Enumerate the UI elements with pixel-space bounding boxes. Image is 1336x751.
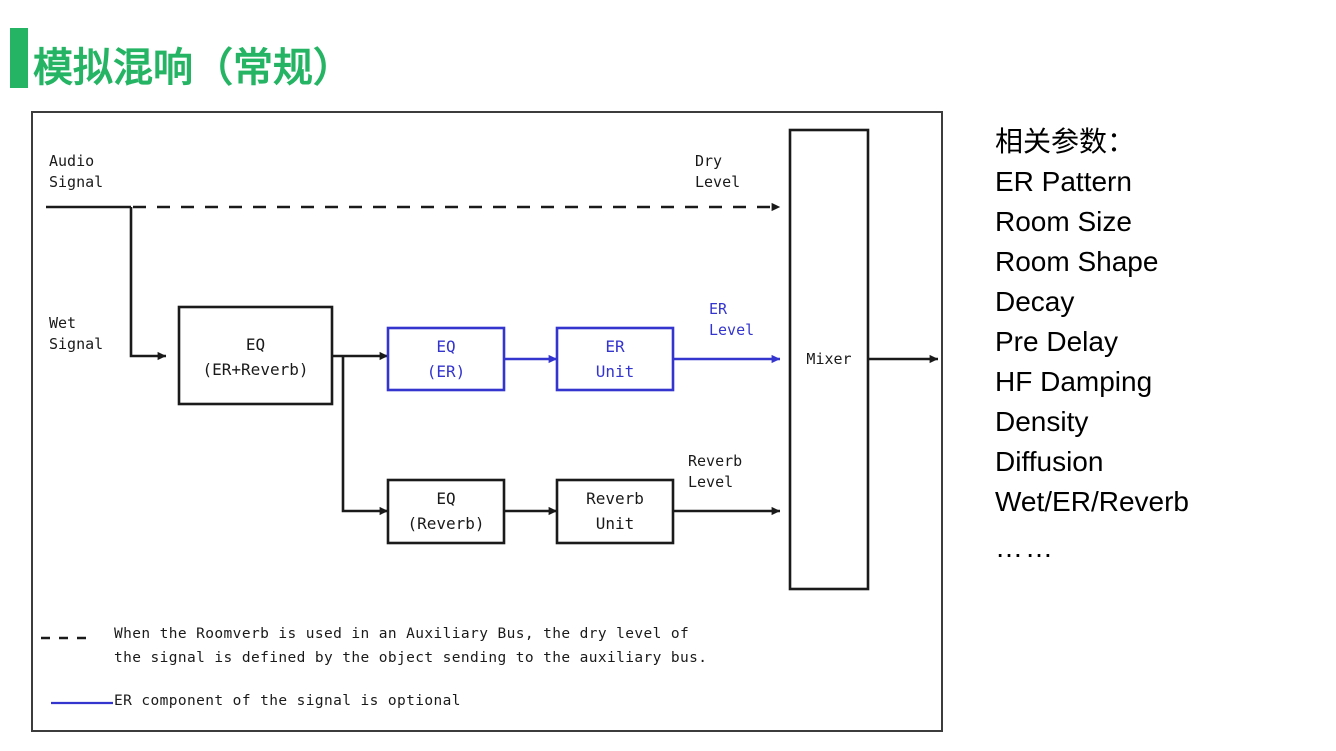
block-eq-reverb: EQ (Reverb)	[407, 489, 485, 533]
label-wet-signal: Wet Signal	[49, 314, 104, 353]
parameter-item: HF Damping	[995, 366, 1153, 397]
parameter-item: ER Pattern	[995, 166, 1132, 197]
parameters-heading: 相关参数：	[995, 125, 1136, 158]
page-title: 模拟混响（常规）	[33, 45, 353, 91]
parameter-item: Pre Delay	[995, 326, 1118, 357]
block-mixer: Mixer	[806, 350, 852, 368]
legend-dashed-line-1: When the Roomverb is used in an Auxiliar…	[114, 626, 690, 642]
legend-solid-blue-line: ER component of the signal is optional	[114, 693, 461, 709]
parameter-item: Room Size	[995, 206, 1132, 237]
label-reverb-level: Reverb Level	[688, 452, 743, 491]
parameter-item: Density	[995, 406, 1089, 437]
signal-flow-diagram: Audio Signal Wet Signal Dry Level ER Lev…	[31, 111, 943, 732]
block-eq-er-reverb: EQ (ER+Reverb)	[202, 335, 309, 379]
label-audio-signal: Audio Signal	[49, 152, 104, 191]
block-er-unit: ER Unit	[595, 337, 635, 381]
parameter-item: Wet/ER/Reverb	[995, 486, 1189, 517]
title-accent-bar	[10, 28, 28, 88]
label-dry-level: Dry Level	[695, 152, 741, 191]
parameter-item: Room Shape	[995, 246, 1159, 277]
parameter-item: Decay	[995, 286, 1075, 317]
legend-dashed-line-2: the signal is defined by the object send…	[114, 650, 708, 666]
block-reverb-unit: Reverb Unit	[586, 489, 644, 533]
parameter-item: Diffusion	[995, 446, 1104, 477]
block-eq-er: EQ (ER)	[426, 337, 466, 381]
label-er-level: ER Level	[709, 300, 755, 339]
related-parameters-panel: 相关参数： ER Pattern Room Size Room Shape De…	[995, 122, 1325, 568]
parameters-ellipsis: ……	[995, 532, 1055, 563]
